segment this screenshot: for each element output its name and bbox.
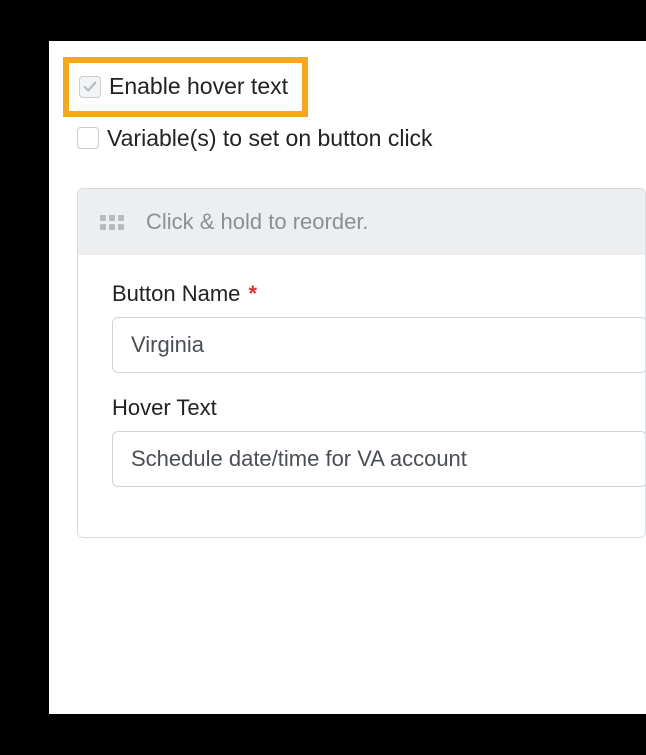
reorder-hint: Click & hold to reorder. [146, 209, 369, 235]
drag-handle-icon[interactable] [100, 215, 124, 230]
panel-header[interactable]: Click & hold to reorder. [78, 189, 645, 255]
hover-text-field: Hover Text [112, 395, 645, 487]
hover-text-label: Hover Text [112, 395, 645, 421]
variables-on-click-option[interactable]: Variable(s) to set on button click [77, 125, 646, 153]
panel-body: Button Name * Hover Text [78, 255, 645, 537]
button-name-label: Button Name * [112, 281, 645, 307]
check-icon [83, 80, 97, 94]
settings-panel: Enable hover text Variable(s) to set on … [49, 41, 646, 714]
enable-hover-text-checkbox[interactable] [79, 76, 101, 98]
button-name-field: Button Name * [112, 281, 645, 373]
button-config-panel: Click & hold to reorder. Button Name * H… [77, 188, 646, 538]
required-marker: * [249, 281, 258, 306]
hover-text-input[interactable] [112, 431, 646, 487]
enable-hover-text-option[interactable]: Enable hover text [63, 57, 308, 117]
button-name-input[interactable] [112, 317, 646, 373]
variables-on-click-label: Variable(s) to set on button click [107, 125, 433, 153]
variables-on-click-checkbox[interactable] [77, 127, 99, 149]
enable-hover-text-label: Enable hover text [109, 73, 288, 101]
